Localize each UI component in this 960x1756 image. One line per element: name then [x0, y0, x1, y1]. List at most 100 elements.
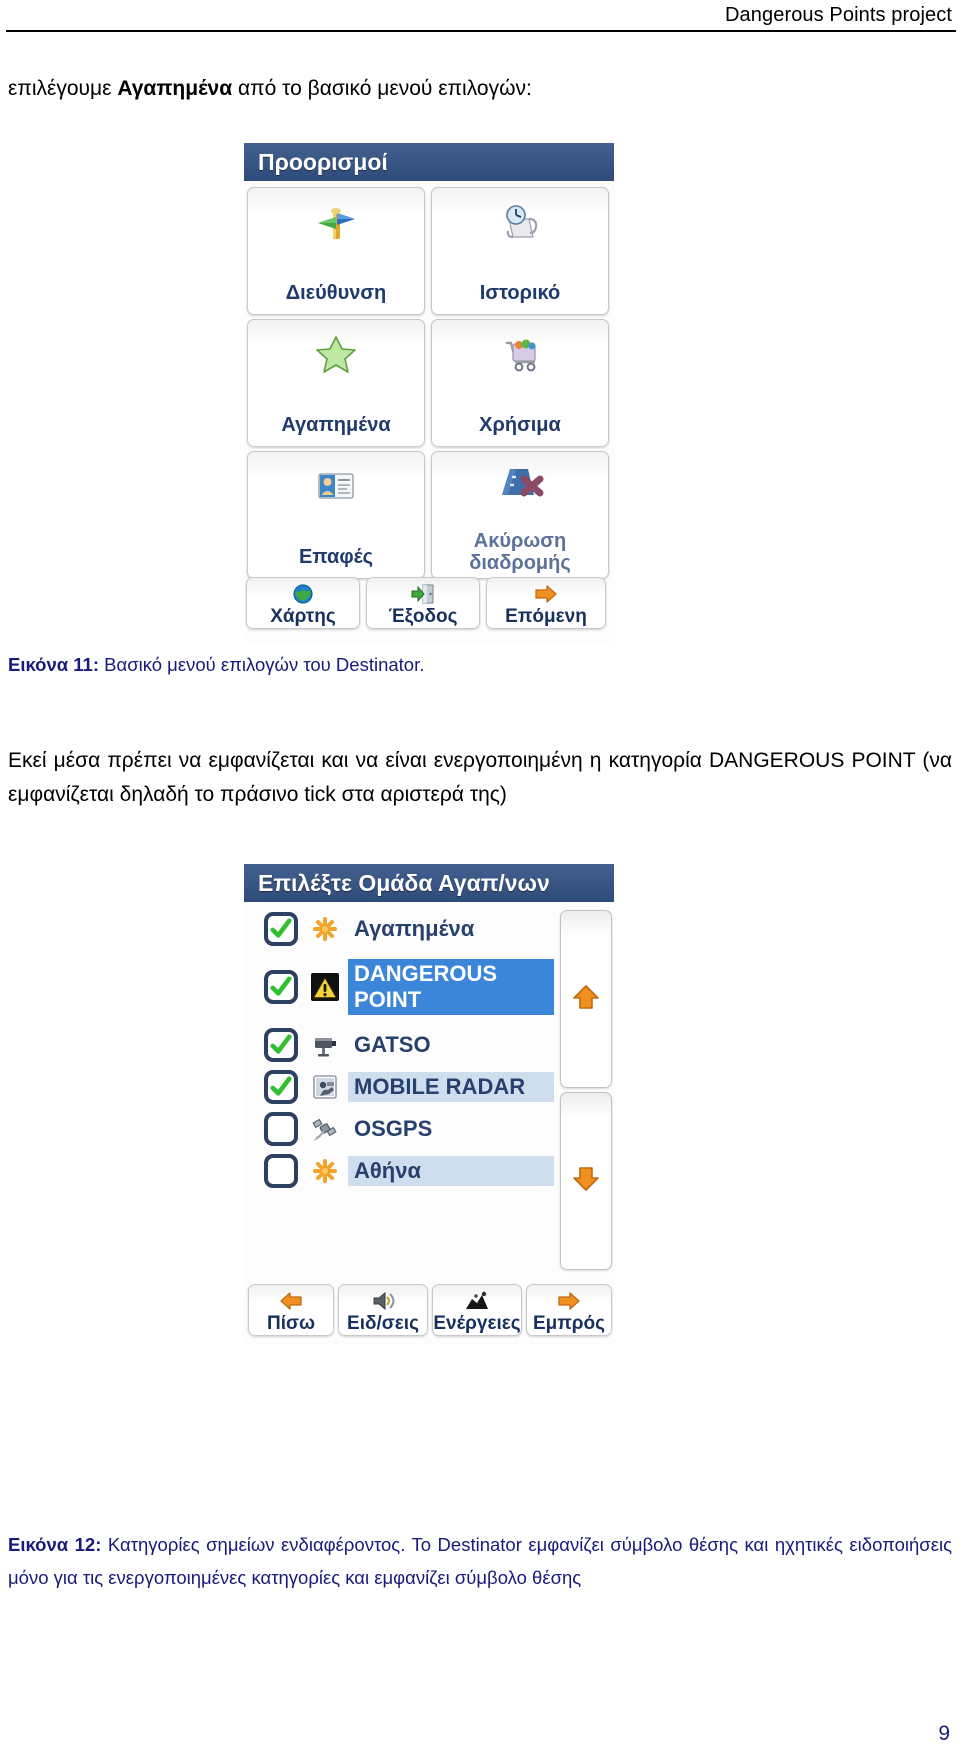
- back-button[interactable]: Πίσω: [248, 1284, 334, 1336]
- arrow-left-icon: [279, 1289, 303, 1313]
- figure11-button-bar: Χάρτης Έξοδος Επόμενη: [246, 577, 612, 629]
- asterisk-orange-icon: [310, 1156, 340, 1186]
- paragraph-dangerous-point: Εκεί μέσα πρέπει να εμφανίζεται και να ε…: [8, 749, 952, 806]
- figure11-caption-label: Εικόνα 11:: [8, 654, 100, 675]
- scroll-up-arrow-icon[interactable]: [571, 982, 601, 1017]
- back-button-label: Πίσω: [266, 1313, 316, 1334]
- destinations-menu-grid: Διεύθυνση Ιστορικό Αγαπημένα Χρήσιμα Επα…: [244, 185, 614, 581]
- exit-door-icon: [411, 582, 435, 606]
- mobile-radar-icon: [310, 1072, 340, 1102]
- intro-bold-term: Αγαπημένα: [117, 77, 233, 100]
- figure11-title-text: Προορισμοί: [258, 148, 388, 175]
- arrow-right-icon: [557, 1289, 581, 1313]
- signpost-icon: [313, 198, 359, 246]
- figure11-screenshot: Προορισμοί Διεύθυνση Ιστορικό Αγαπημένα …: [244, 143, 614, 643]
- figure12-button-bar: Πίσω Ειδ/σεις Ενέργειες Εμπρός: [248, 1284, 612, 1336]
- figure12-title-bar: Επιλέξτε Ομάδα Αγαπ/νων: [244, 864, 614, 902]
- running-header-title: Dangerous Points project: [725, 4, 952, 26]
- menu-tile-useful-label: Χρήσιμα: [479, 414, 561, 436]
- favourites-group-list: Αγαπημένα DANGEROUS POINT GATSO MOBILE R…: [244, 908, 556, 1208]
- page-number: 9: [938, 1722, 950, 1745]
- list-item[interactable]: GATSO: [244, 1024, 556, 1066]
- contact-card-icon: [313, 462, 359, 510]
- actions-button-label: Ενέργειες: [433, 1313, 521, 1334]
- scroll-up-pane[interactable]: [560, 910, 612, 1088]
- menu-tile-useful[interactable]: Χρήσιμα: [431, 319, 609, 447]
- forward-button-label: Εμπρός: [532, 1313, 606, 1334]
- figure11-caption-text: Βασικό μενού επιλογών του Destinator.: [104, 654, 425, 675]
- list-item-label: GATSO: [354, 1032, 431, 1057]
- list-item-label: Αγαπημένα: [354, 916, 475, 941]
- list-item-label: OSGPS: [354, 1116, 433, 1141]
- checkbox-dangerous-point[interactable]: [264, 970, 298, 1004]
- list-item-label: DANGEROUS POINT: [348, 959, 554, 1015]
- exit-button[interactable]: Έξοδος: [366, 577, 480, 629]
- check-icon: [270, 918, 292, 938]
- list-item-label: Αθήνα: [348, 1156, 554, 1186]
- actions-button[interactable]: Ενέργειες: [432, 1284, 522, 1336]
- list-item[interactable]: Αθήνα: [244, 1150, 556, 1192]
- scroll-down-pane[interactable]: [560, 1092, 612, 1270]
- shopping-cart-icon: [497, 330, 543, 378]
- list-item-label-line2: POINT: [354, 987, 422, 1012]
- checkbox-favourites[interactable]: [264, 912, 298, 946]
- notifications-button[interactable]: Ειδ/σεις: [338, 1284, 428, 1336]
- list-item[interactable]: Αγαπημένα: [244, 908, 556, 950]
- speaker-icon: [371, 1289, 395, 1313]
- menu-tile-cancel-route[interactable]: Ακύρωση διαδρομής: [431, 451, 609, 579]
- forward-button[interactable]: Εμπρός: [526, 1284, 612, 1336]
- arrow-right-icon: [534, 582, 558, 606]
- figure11-title-bar: Προορισμοί: [244, 143, 614, 181]
- menu-tile-contacts-label: Επαφές: [298, 546, 374, 568]
- list-item[interactable]: OSGPS: [244, 1108, 556, 1150]
- check-icon: [270, 1076, 292, 1096]
- map-button[interactable]: Χάρτης: [246, 577, 360, 629]
- checkbox-gatso[interactable]: [264, 1028, 298, 1062]
- menu-tile-history[interactable]: Ιστορικό: [431, 187, 609, 315]
- checkbox-athina[interactable]: [264, 1154, 298, 1188]
- menu-tile-history-label: Ιστορικό: [479, 282, 561, 304]
- checkbox-osgps[interactable]: [264, 1112, 298, 1146]
- menu-tile-cancel-route-line1: Ακύρωση: [473, 530, 567, 552]
- satellite-icon: [310, 1114, 340, 1144]
- warning-triangle-icon: [310, 972, 340, 1002]
- running-header: Dangerous Points project: [0, 0, 960, 32]
- figure12-screenshot: Επιλέξτε Ομάδα Αγαπ/νων Αγαπημένα DANGER…: [244, 864, 614, 1344]
- menu-tile-cancel-route-label: Ακύρωση διαδρομής: [432, 530, 608, 574]
- clock-scroll-icon: [497, 198, 543, 246]
- next-button-label: Επόμενη: [505, 606, 587, 627]
- menu-tile-favourites-label: Αγαπημένα: [281, 414, 391, 436]
- menu-tile-cancel-route-line2: διαδρομής: [469, 552, 571, 574]
- figure11-caption: Εικόνα 11: Βασικό μενού επιλογών του Des…: [8, 648, 952, 681]
- check-icon: [270, 976, 292, 996]
- checkbox-mobile-radar[interactable]: [264, 1070, 298, 1104]
- exit-button-label: Έξοδος: [388, 606, 458, 627]
- list-item[interactable]: MOBILE RADAR: [244, 1066, 556, 1108]
- list-item-label-line1: DANGEROUS: [354, 961, 498, 986]
- star-icon: [313, 330, 359, 378]
- map-button-label: Χάρτης: [270, 606, 336, 627]
- figure12-caption: Εικόνα 12: Κατηγορίες σημείων ενδιαφέρον…: [8, 1528, 952, 1594]
- menu-tile-address-label: Διεύθυνση: [285, 282, 387, 304]
- asterisk-orange-icon: [310, 914, 340, 944]
- check-icon: [270, 1034, 292, 1054]
- globe-icon: [292, 582, 314, 606]
- intro-prefix: επιλέγουμε: [8, 77, 118, 100]
- document-page: Dangerous Points project επιλέγουμε Αγαπ…: [0, 0, 960, 1756]
- header-divider: [6, 30, 956, 32]
- list-item-label: MOBILE RADAR: [348, 1072, 554, 1102]
- intro-suffix: από το βασικό μενού επιλογών:: [232, 77, 532, 100]
- cancel-route-icon: [494, 458, 546, 506]
- speed-camera-icon: [310, 1030, 340, 1060]
- figure12-title-text: Επιλέξτε Ομάδα Αγαπ/νων: [258, 869, 550, 896]
- intro-paragraph: επιλέγουμε Αγαπημένα από το βασικό μενού…: [8, 72, 952, 106]
- scroll-down-arrow-icon[interactable]: [571, 1164, 601, 1199]
- figure12-caption-text: Κατηγορίες σημείων ενδιαφέροντος. Το Des…: [8, 1534, 952, 1588]
- menu-tile-address[interactable]: Διεύθυνση: [247, 187, 425, 315]
- menu-tile-contacts[interactable]: Επαφές: [247, 451, 425, 579]
- next-button[interactable]: Επόμενη: [486, 577, 606, 629]
- list-item[interactable]: DANGEROUS POINT: [244, 950, 556, 1024]
- actions-icon: [464, 1289, 490, 1313]
- figure12-caption-label: Εικόνα 12:: [8, 1534, 102, 1555]
- menu-tile-favourites[interactable]: Αγαπημένα: [247, 319, 425, 447]
